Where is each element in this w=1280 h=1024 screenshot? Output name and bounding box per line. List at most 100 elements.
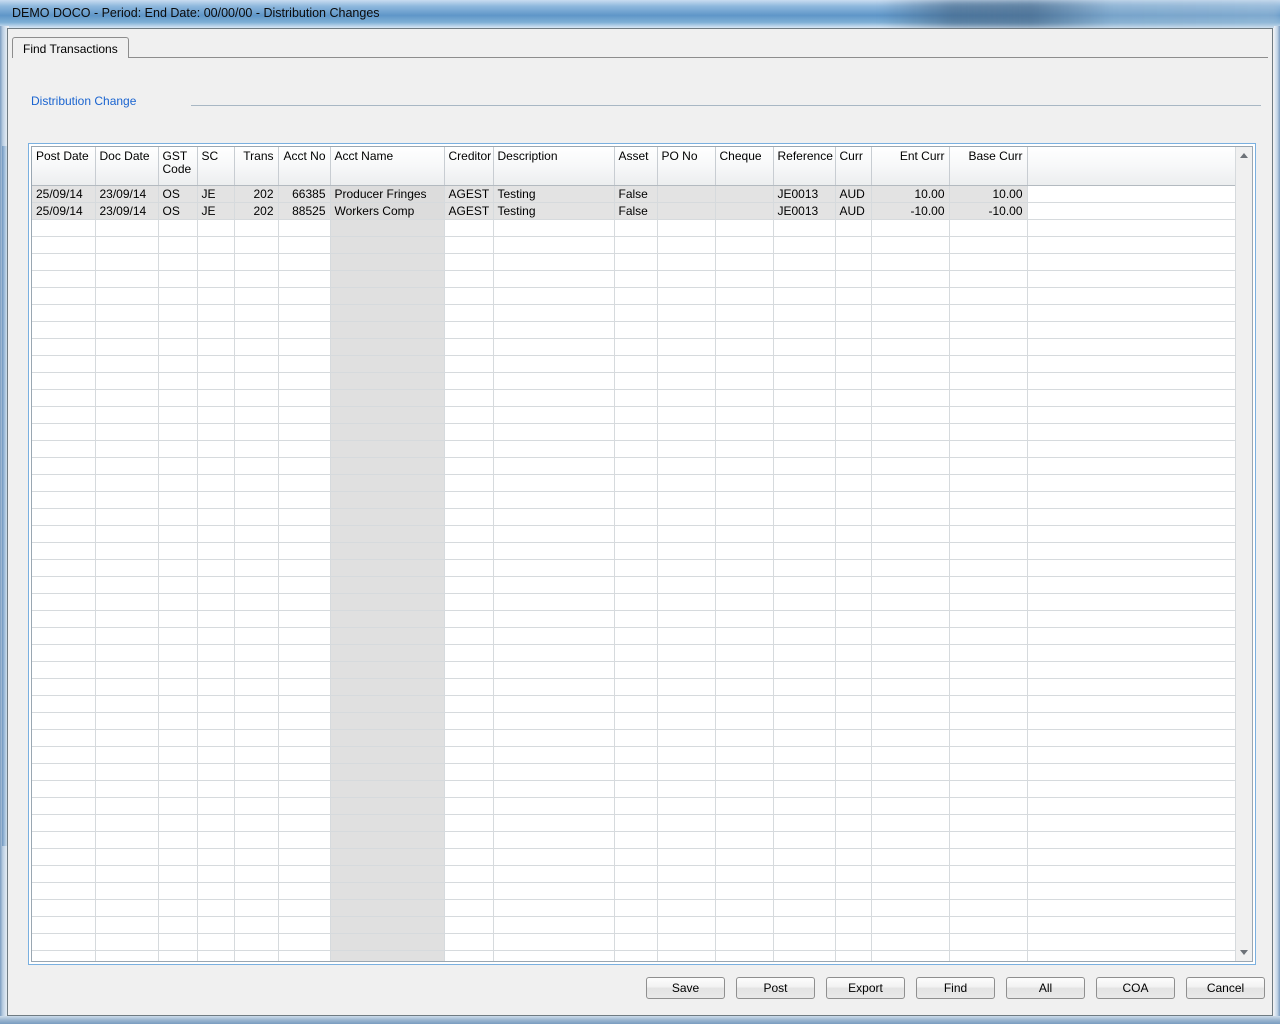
grid-cell-description[interactable] [493,457,615,475]
grid-cell-ent_curr[interactable] [871,831,950,849]
grid-cell-base_curr[interactable] [949,253,1028,271]
grid-cell-base_curr[interactable] [949,338,1028,356]
grid-cell-asset[interactable] [614,355,658,373]
grid-cell-sc[interactable] [197,899,235,917]
grid-cell-description[interactable] [493,797,615,815]
grid-cell-base_curr[interactable] [949,695,1028,713]
grid-cell-trans[interactable] [234,253,279,271]
grid-cell-base_curr[interactable] [949,525,1028,543]
grid-cell-creditor[interactable] [444,542,494,560]
grid-cell-gst_code[interactable] [158,899,198,917]
grid-cell-cheque[interactable] [715,848,774,866]
grid-cell-reference[interactable] [773,627,836,645]
grid-cell-post_date[interactable] [32,746,96,764]
grid-cell-creditor[interactable] [444,831,494,849]
grid-cell-curr[interactable] [835,746,872,764]
grid-cell-acct_no[interactable] [278,457,331,475]
grid-cell-cheque[interactable] [715,389,774,407]
grid-cell-sc[interactable] [197,338,235,356]
grid-cell-reference[interactable]: JE0013 [773,202,836,220]
grid-cell-post_date[interactable] [32,457,96,475]
grid-cell-acct_no[interactable] [278,610,331,628]
grid-cell-doc_date[interactable] [95,695,159,713]
grid-cell-spare[interactable] [1027,678,1237,696]
grid-cell-doc_date[interactable] [95,899,159,917]
grid-cell-po_no[interactable] [657,593,716,611]
grid-cell-reference[interactable] [773,406,836,424]
grid-cell-reference[interactable] [773,287,836,305]
grid-cell-cheque[interactable] [715,899,774,917]
grid-cell-acct_no[interactable] [278,406,331,424]
grid-cell-cheque[interactable] [715,423,774,441]
grid-cell-doc_date[interactable] [95,236,159,254]
grid-cell-acct_name[interactable] [330,508,445,526]
grid-cell-sc[interactable]: JE [197,202,235,220]
grid-cell-ent_curr[interactable] [871,661,950,679]
grid-cell-doc_date[interactable] [95,576,159,594]
grid-cell-post_date[interactable] [32,593,96,611]
grid-cell-curr[interactable] [835,933,872,951]
grid-cell-gst_code[interactable] [158,746,198,764]
grid-cell-post_date[interactable] [32,389,96,407]
grid-cell-curr[interactable] [835,287,872,305]
grid-cell-description[interactable] [493,508,615,526]
grid-cell-trans[interactable] [234,236,279,254]
grid-cell-acct_no[interactable] [278,814,331,832]
grid-cell-cheque[interactable] [715,185,774,203]
grid-cell-curr[interactable] [835,780,872,798]
grid-cell-trans[interactable] [234,457,279,475]
table-row-empty[interactable] [32,610,1237,628]
table-row-empty[interactable] [32,797,1237,815]
grid-cell-creditor[interactable] [444,423,494,441]
grid-cell-spare[interactable] [1027,253,1237,271]
grid-cell-acct_no[interactable] [278,236,331,254]
grid-cell-sc[interactable] [197,678,235,696]
grid-cell-asset[interactable] [614,729,658,747]
table-row-empty[interactable] [32,253,1237,271]
grid-cell-curr[interactable] [835,372,872,390]
grid-cell-description[interactable] [493,236,615,254]
grid-cell-po_no[interactable] [657,491,716,509]
grid-cell-trans[interactable] [234,831,279,849]
grid-column-header-ent_curr[interactable]: Ent Curr [871,147,950,186]
grid-cell-doc_date[interactable] [95,508,159,526]
grid-cell-cheque[interactable] [715,644,774,662]
grid-cell-ent_curr[interactable] [871,559,950,577]
all-button[interactable]: All [1006,977,1085,999]
grid-cell-base_curr[interactable] [949,644,1028,662]
grid-cell-reference[interactable] [773,780,836,798]
grid-cell-curr[interactable] [835,576,872,594]
grid-cell-post_date[interactable] [32,440,96,458]
grid-cell-base_curr[interactable] [949,797,1028,815]
grid-cell-curr[interactable] [835,542,872,560]
grid-cell-sc[interactable] [197,219,235,237]
grid-cell-base_curr[interactable] [949,627,1028,645]
grid-cell-doc_date[interactable] [95,865,159,883]
grid-cell-sc[interactable] [197,423,235,441]
grid-cell-asset[interactable] [614,287,658,305]
grid-cell-cheque[interactable] [715,933,774,951]
grid-cell-creditor[interactable] [444,916,494,934]
grid-cell-sc[interactable] [197,865,235,883]
grid-cell-gst_code[interactable] [158,321,198,339]
grid-cell-trans[interactable] [234,491,279,509]
grid-cell-reference[interactable] [773,882,836,900]
grid-cell-ent_curr[interactable] [871,304,950,322]
grid-cell-spare[interactable] [1027,304,1237,322]
grid-cell-description[interactable]: Testing [493,202,615,220]
grid-cell-spare[interactable] [1027,610,1237,628]
grid-cell-asset[interactable] [614,423,658,441]
grid-cell-acct_name[interactable]: Producer Fringes [330,185,445,203]
grid-cell-gst_code[interactable] [158,695,198,713]
grid-cell-trans[interactable] [234,933,279,951]
grid-cell-spare[interactable] [1027,474,1237,492]
grid-cell-curr[interactable] [835,848,872,866]
table-row-empty[interactable] [32,270,1237,288]
grid-cell-post_date[interactable] [32,678,96,696]
grid-cell-acct_no[interactable] [278,763,331,781]
grid-cell-reference[interactable] [773,678,836,696]
grid-cell-trans[interactable] [234,627,279,645]
table-row-empty[interactable] [32,559,1237,577]
grid-cell-asset[interactable] [614,491,658,509]
grid-cell-creditor[interactable] [444,593,494,611]
